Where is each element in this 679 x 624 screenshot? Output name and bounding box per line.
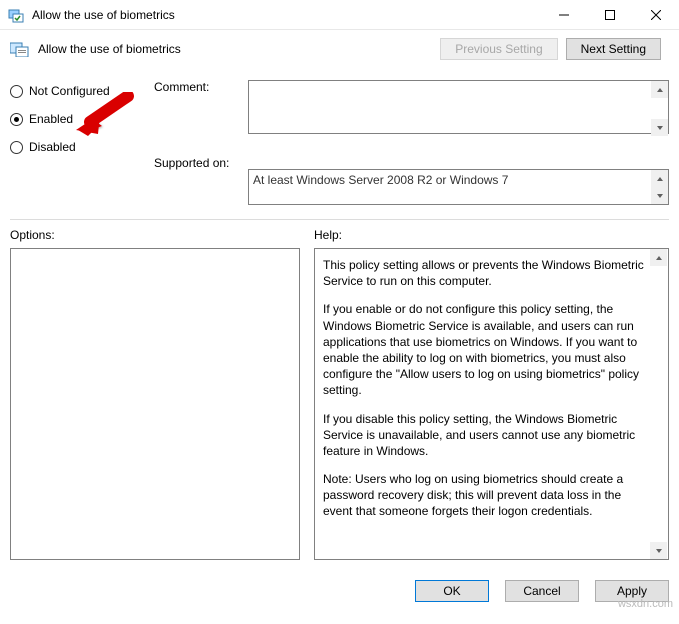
scroll-up-icon[interactable] bbox=[651, 170, 668, 187]
radio-icon bbox=[10, 85, 23, 98]
comment-field[interactable] bbox=[248, 80, 669, 134]
cancel-button[interactable]: Cancel bbox=[505, 580, 579, 602]
lower-panes: Options: Help: This policy setting allow… bbox=[10, 228, 669, 560]
help-label: Help: bbox=[314, 228, 669, 242]
help-text: If you enable or do not configure this p… bbox=[323, 301, 646, 398]
scroll-up-icon[interactable] bbox=[651, 81, 668, 98]
scroll-down-icon[interactable] bbox=[651, 119, 668, 136]
previous-setting-button: Previous Setting bbox=[440, 38, 557, 60]
watermark: wsxdn.com bbox=[618, 598, 673, 610]
help-text: This policy setting allows or prevents t… bbox=[323, 257, 646, 289]
radio-icon bbox=[10, 141, 23, 154]
maximize-button[interactable] bbox=[587, 0, 633, 30]
app-icon bbox=[8, 7, 24, 23]
config-area: Not Configured Enabled Disabled Comment:… bbox=[10, 80, 669, 205]
radio-label: Not Configured bbox=[29, 84, 110, 98]
next-setting-button[interactable]: Next Setting bbox=[566, 38, 661, 60]
footer: OK Cancel Apply bbox=[0, 568, 679, 614]
supported-label: Supported on: bbox=[154, 156, 234, 170]
window-title: Allow the use of biometrics bbox=[32, 8, 541, 22]
supported-field: At least Windows Server 2008 R2 or Windo… bbox=[248, 169, 669, 205]
setting-name: Allow the use of biometrics bbox=[38, 42, 432, 56]
options-label: Options: bbox=[10, 228, 300, 242]
supported-field-wrap: At least Windows Server 2008 R2 or Windo… bbox=[248, 169, 669, 205]
help-text: If you disable this policy setting, the … bbox=[323, 411, 646, 460]
radio-not-configured[interactable]: Not Configured bbox=[10, 84, 140, 98]
radio-label: Disabled bbox=[29, 140, 76, 154]
close-button[interactable] bbox=[633, 0, 679, 30]
radio-icon bbox=[10, 113, 23, 126]
help-text: Note: Users who log on using biometrics … bbox=[323, 471, 646, 520]
radio-label: Enabled bbox=[29, 112, 73, 126]
title-bar: Allow the use of biometrics bbox=[0, 0, 679, 30]
ok-button[interactable]: OK bbox=[415, 580, 489, 602]
header-row: Allow the use of biometrics Previous Set… bbox=[10, 38, 669, 60]
comment-field-wrap bbox=[248, 80, 669, 137]
help-pane: This policy setting allows or prevents t… bbox=[314, 248, 669, 560]
scroll-down-icon[interactable] bbox=[650, 542, 667, 559]
scroll-up-icon[interactable] bbox=[650, 249, 667, 266]
divider bbox=[10, 219, 669, 220]
options-pane bbox=[10, 248, 300, 560]
comment-label: Comment: bbox=[154, 80, 234, 94]
minimize-button[interactable] bbox=[541, 0, 587, 30]
setting-icon bbox=[10, 41, 30, 57]
radio-disabled[interactable]: Disabled bbox=[10, 140, 140, 154]
scroll-down-icon[interactable] bbox=[651, 187, 668, 204]
radio-enabled[interactable]: Enabled bbox=[10, 112, 140, 126]
